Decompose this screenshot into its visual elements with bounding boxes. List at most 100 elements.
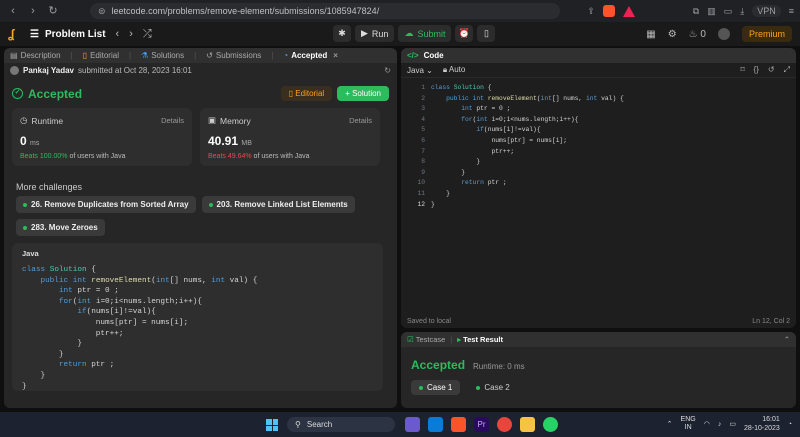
file-explorer-icon[interactable] (520, 417, 535, 432)
code-line[interactable]: ptr++; (431, 147, 624, 158)
next-problem-icon[interactable]: › (129, 28, 133, 40)
wifi-icon[interactable]: ◠ (704, 420, 710, 428)
premium-button[interactable]: Premium (741, 26, 792, 42)
tab-solutions[interactable]: ⚗ Solutions (141, 51, 184, 60)
volume-icon[interactable]: ♪ (718, 421, 722, 428)
brave-icon[interactable] (451, 417, 466, 432)
layout-icon[interactable]: ▦ (646, 29, 655, 40)
lang-bottom: IN (684, 424, 692, 431)
tab-submissions[interactable]: ↺ Submissions (206, 51, 261, 60)
bookmark-icon[interactable]: ⌑ (740, 65, 744, 75)
tab-separator: | (70, 51, 73, 60)
submitted-time: submitted at Oct 28, 2023 16:01 (78, 66, 192, 75)
code-line[interactable]: int ptr = 0 ; (431, 104, 624, 115)
streak-counter[interactable]: ♨ 0 (689, 29, 706, 40)
prev-problem-icon[interactable]: ‹ (116, 28, 120, 40)
submitted-code: class Solution { public int removeElemen… (22, 265, 257, 392)
post-solution-button[interactable]: + Solution (337, 86, 389, 101)
premiere-icon[interactable]: Pr (474, 417, 489, 432)
windows-start-icon[interactable] (266, 419, 278, 431)
challenge-chip[interactable]: 26. Remove Duplicates from Sorted Array (16, 196, 196, 213)
vpn-button[interactable]: VPN (752, 5, 781, 17)
test-result-summary: Accepted Runtime: 0 ms (411, 358, 525, 372)
address-bar[interactable]: ⊜ leetcode.com/problems/remove-element/s… (90, 3, 560, 19)
tab-testcase[interactable]: ☑ Testcase (407, 335, 445, 344)
leetcode-logo-icon[interactable]: ʆ (8, 27, 22, 41)
close-tab-icon[interactable]: × (333, 51, 338, 60)
share-submission-icon[interactable]: ↻ (384, 66, 391, 75)
fullscreen-icon[interactable]: ⤢ (784, 65, 790, 75)
reload-icon[interactable]: ↻ (46, 4, 60, 18)
runtime-card[interactable]: ◷ Runtime Details 0 ms Beats 100.00% of … (12, 108, 192, 166)
tab-editorial[interactable]: ▯ Editorial (83, 51, 119, 60)
editorial-button[interactable]: ▯ Editorial (280, 86, 333, 101)
site-info-icon[interactable]: ⊜ (98, 6, 106, 17)
taskbar: ⚲ Search Pr ⌃ ENG IN ◠ ♪ ▭ 16:01 28-10-202… (0, 412, 800, 437)
test-panel: ☑ Testcase | ▸ Test Result ⌃ Accepted Ru… (401, 332, 796, 408)
whatsapp-icon[interactable] (543, 417, 558, 432)
editorial-label: Editorial (295, 89, 325, 98)
taskbar-search[interactable]: ⚲ Search (287, 417, 395, 432)
tab-test-result[interactable]: ▸ Test Result (457, 335, 503, 344)
forward-icon[interactable]: › (26, 4, 40, 18)
brave-rewards-icon[interactable] (622, 5, 635, 17)
memory-card[interactable]: ▣ Memory Details 40.91 MB Beats 49.64% o… (200, 108, 380, 166)
challenge-chip[interactable]: 203. Remove Linked List Elements (201, 196, 355, 213)
problem-list-button[interactable]: ☰ Problem List (30, 29, 106, 40)
battery-icon[interactable]: ▭ (729, 420, 736, 428)
extensions-icon[interactable]: ⧉ (693, 6, 699, 17)
back-icon[interactable]: ‹ (6, 4, 20, 18)
code-line[interactable]: } (431, 168, 624, 179)
submitter-name[interactable]: Pankaj Yadav (23, 66, 74, 75)
run-button[interactable]: ▶ Run (355, 25, 395, 42)
widgets-icon[interactable] (405, 417, 420, 432)
case-tab-2[interactable]: Case 2 (468, 380, 517, 395)
code-line[interactable]: } (431, 189, 624, 200)
share-icon[interactable]: ⇪ (587, 6, 595, 17)
timer-button[interactable]: ⏰ (455, 25, 474, 42)
language-select[interactable]: Java ⌄ (407, 66, 433, 75)
code-line[interactable]: for(int i=0;i<nums.length;i++){ (431, 115, 624, 126)
code-line[interactable]: } (431, 157, 624, 168)
submitter-avatar[interactable] (10, 66, 19, 75)
runtime-details-link[interactable]: Details (161, 116, 184, 125)
challenge-chip[interactable]: 283. Move Zeroes (16, 219, 105, 236)
format-braces-icon[interactable]: {} (754, 65, 759, 75)
shuffle-icon[interactable]: ⤮ (143, 28, 152, 41)
memory-details-link[interactable]: Details (349, 116, 372, 125)
collapse-icon[interactable]: ⌃ (784, 335, 790, 344)
settings-icon[interactable]: ⚙ (668, 29, 677, 40)
downloads-icon[interactable]: ⤓ (740, 6, 744, 17)
code-line[interactable]: } (431, 200, 624, 211)
code-line[interactable]: public int removeElement(int[] nums, int… (431, 94, 624, 105)
editor-code[interactable]: class Solution { public int removeElemen… (431, 83, 624, 210)
input-language[interactable]: ENG IN (681, 416, 696, 432)
brave-shield-icon[interactable] (602, 5, 615, 17)
code-editor[interactable]: 1 2 3 4 5 6 7 8 9 10 11 12 class Solution { public … (401, 83, 796, 313)
submit-button[interactable]: ☁ Submit (398, 25, 452, 42)
avatar[interactable] (717, 28, 730, 40)
code-line[interactable]: nums[ptr] = nums[i]; (431, 136, 624, 147)
memory-beats: Beats 49.64% (208, 153, 252, 160)
auto-mode[interactable]: 🔒︎ Auto (443, 65, 466, 75)
reset-icon[interactable]: ↺ (768, 65, 775, 75)
notification-icon[interactable]: ◔ (788, 421, 792, 428)
sidebar-icon[interactable]: ▥ (707, 6, 716, 17)
notes-button[interactable]: ▯ (477, 25, 496, 42)
menu-icon[interactable]: ≡ (789, 6, 794, 16)
vscode-icon[interactable] (428, 417, 443, 432)
tab-description[interactable]: ▤ Description (10, 51, 61, 60)
tab-accepted[interactable]: ◔ Accepted × (283, 51, 338, 60)
code-line[interactable]: return ptr ; (431, 178, 624, 189)
case-tab-1[interactable]: Case 1 (411, 380, 461, 395)
flask-icon: ⚗ (141, 51, 149, 60)
debug-button[interactable]: ✱ (333, 25, 351, 42)
accepted-status: ✓ Accepted (12, 87, 82, 101)
clock[interactable]: 16:01 28-10-2023 (744, 415, 780, 433)
chrome-icon[interactable] (497, 417, 512, 432)
challenge-list: 26. Remove Duplicates from Sorted Array … (16, 196, 386, 236)
chevron-up-icon[interactable]: ⌃ (667, 420, 673, 428)
code-line[interactable]: class Solution { (431, 83, 624, 94)
wallet-icon[interactable]: ▭ (724, 6, 733, 17)
code-line[interactable]: if(nums[i]!=val){ (431, 125, 624, 136)
